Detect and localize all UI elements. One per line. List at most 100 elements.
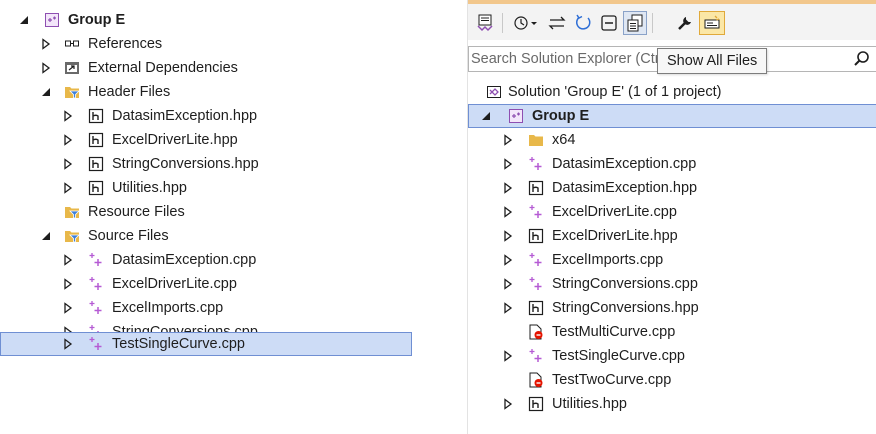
collapse-all-icon[interactable] bbox=[598, 12, 620, 34]
collapsed-arrow-icon[interactable] bbox=[62, 157, 74, 171]
tree-row-solution[interactable]: Solution 'Group E' (1 of 1 project) bbox=[468, 80, 876, 104]
collapsed-arrow-icon[interactable] bbox=[62, 109, 74, 123]
external-dependencies-label: External Dependencies bbox=[88, 60, 238, 76]
tree-row-header[interactable]: ExcelDriverLite.hpp bbox=[0, 128, 412, 152]
collapsed-arrow-icon[interactable] bbox=[62, 253, 74, 267]
collapsed-arrow-icon[interactable] bbox=[40, 37, 52, 51]
show-all-files-icon[interactable] bbox=[623, 11, 647, 35]
header-file-icon bbox=[528, 300, 544, 316]
tree-row-references[interactable]: References bbox=[0, 32, 412, 56]
collapsed-arrow-icon[interactable] bbox=[502, 277, 514, 291]
folder-icon bbox=[528, 132, 544, 148]
tree-row-source[interactable]: ExcelImports.cpp bbox=[0, 296, 412, 320]
file-label: StringConversions.hpp bbox=[112, 156, 259, 172]
collapsed-arrow-icon[interactable] bbox=[62, 277, 74, 291]
collapsed-arrow-icon[interactable] bbox=[62, 337, 74, 351]
header-files-label: Header Files bbox=[88, 84, 171, 100]
tree-row-resource-files[interactable]: Resource Files bbox=[0, 200, 412, 224]
collapsed-arrow-icon[interactable] bbox=[502, 229, 514, 243]
collapsed-arrow-icon[interactable] bbox=[502, 349, 514, 363]
file-label: StringConversions.hpp bbox=[552, 300, 699, 316]
tree-row-file[interactable]: ExcelImports.cpp bbox=[468, 248, 876, 272]
tree-row-file[interactable]: Utilities.hpp bbox=[468, 392, 876, 416]
file-label: x64 bbox=[552, 132, 576, 148]
collapsed-arrow-icon[interactable] bbox=[502, 133, 514, 147]
file-label: DatasimException.hpp bbox=[552, 180, 698, 196]
tree-row-project-selected[interactable]: Group E bbox=[468, 104, 876, 128]
tree-row-source[interactable]: DatasimException.cpp bbox=[0, 248, 412, 272]
tree-row-source-files[interactable]: Source Files bbox=[0, 224, 412, 248]
collapsed-arrow-icon[interactable] bbox=[62, 301, 74, 315]
cpp-file-icon bbox=[528, 348, 544, 364]
search-icon[interactable] bbox=[853, 50, 871, 72]
tree-row-project[interactable]: Group E bbox=[0, 8, 412, 32]
file-label: ExcelDriverLite.hpp bbox=[112, 132, 238, 148]
tree-row-file[interactable]: DatasimException.hpp bbox=[468, 176, 876, 200]
tree-row-file[interactable]: StringConversions.cpp bbox=[468, 272, 876, 296]
collapsed-arrow-icon[interactable] bbox=[502, 397, 514, 411]
project-label: Group E bbox=[532, 108, 590, 124]
file-label: ExcelImports.cpp bbox=[552, 252, 664, 268]
file-label: DatasimException.hpp bbox=[112, 108, 258, 124]
collapsed-arrow-icon[interactable] bbox=[40, 61, 52, 75]
tree-row-source[interactable]: ExcelDriverLite.cpp bbox=[0, 272, 412, 296]
project-icon bbox=[508, 108, 524, 124]
file-label: ExcelImports.cpp bbox=[112, 300, 224, 316]
tree-row-header-files[interactable]: Header Files bbox=[0, 80, 412, 104]
source-files-label: Source Files bbox=[88, 228, 169, 244]
tree-row-file[interactable]: ExcelDriverLite.cpp bbox=[468, 200, 876, 224]
right-solution-explorer: Show All Files Solution 'Group E' (1 of … bbox=[467, 0, 876, 434]
cpp-file-icon bbox=[528, 156, 544, 172]
collapsed-arrow-icon[interactable] bbox=[502, 181, 514, 195]
cpp-file-icon bbox=[528, 252, 544, 268]
tree-row-folder[interactable]: x64 bbox=[468, 128, 876, 152]
tree-row-file[interactable]: TestTwoCurve.cpp bbox=[468, 368, 876, 392]
header-file-icon bbox=[88, 108, 104, 124]
excluded-file-icon bbox=[528, 324, 544, 340]
project-label: Group E bbox=[68, 12, 126, 28]
tree-row-header[interactable]: DatasimException.hpp bbox=[0, 104, 412, 128]
left-solution-tree: Group E References External Dependencies… bbox=[0, 0, 412, 434]
tree-row-header[interactable]: Utilities.hpp bbox=[0, 176, 412, 200]
file-label: StringConversions.cpp bbox=[552, 276, 698, 292]
header-file-icon bbox=[88, 156, 104, 172]
solution-explorer-toolbar bbox=[468, 0, 876, 40]
tree-row-file[interactable]: ExcelDriverLite.hpp bbox=[468, 224, 876, 248]
properties-wrench-icon[interactable] bbox=[674, 12, 696, 34]
collapsed-arrow-icon[interactable] bbox=[502, 157, 514, 171]
tree-row-file[interactable]: TestSingleCurve.cpp bbox=[468, 344, 876, 368]
tree-row-file[interactable]: TestMultiCurve.cpp bbox=[468, 320, 876, 344]
external-deps-icon bbox=[64, 60, 80, 76]
history-icon[interactable] bbox=[512, 12, 542, 34]
collapsed-arrow-icon[interactable] bbox=[502, 205, 514, 219]
file-label: ExcelDriverLite.cpp bbox=[112, 276, 237, 292]
header-file-icon bbox=[528, 228, 544, 244]
tree-row-file[interactable]: DatasimException.cpp bbox=[468, 152, 876, 176]
file-label: DatasimException.cpp bbox=[552, 156, 697, 172]
refresh-icon[interactable] bbox=[572, 12, 594, 34]
expanded-arrow-icon[interactable] bbox=[40, 229, 52, 243]
filter-folder-icon bbox=[64, 204, 80, 220]
tree-row-external-dependencies[interactable]: External Dependencies bbox=[0, 56, 412, 80]
file-label: Utilities.hpp bbox=[112, 180, 187, 196]
collapsed-arrow-icon[interactable] bbox=[502, 301, 514, 315]
header-file-icon bbox=[528, 396, 544, 412]
collapsed-arrow-icon[interactable] bbox=[62, 181, 74, 195]
sync-icon[interactable] bbox=[474, 12, 496, 34]
file-label: TestSingleCurve.cpp bbox=[552, 348, 685, 364]
collapsed-arrow-icon[interactable] bbox=[502, 253, 514, 267]
expanded-arrow-icon[interactable] bbox=[480, 109, 492, 123]
tree-row-source-selected[interactable]: TestSingleCurve.cpp bbox=[0, 332, 412, 356]
file-label: Utilities.hpp bbox=[552, 396, 627, 412]
cpp-file-icon bbox=[88, 276, 104, 292]
excluded-file-icon bbox=[528, 372, 544, 388]
expanded-arrow-icon[interactable] bbox=[40, 85, 52, 99]
tree-row-header[interactable]: StringConversions.hpp bbox=[0, 152, 412, 176]
collapsed-arrow-icon[interactable] bbox=[62, 133, 74, 147]
tree-row-file[interactable]: StringConversions.hpp bbox=[468, 296, 876, 320]
expanded-arrow-icon[interactable] bbox=[18, 13, 30, 27]
file-label: ExcelDriverLite.cpp bbox=[552, 204, 677, 220]
preview-icon[interactable] bbox=[699, 11, 725, 35]
solution-label: Solution 'Group E' (1 of 1 project) bbox=[508, 84, 722, 100]
back-forward-icon[interactable] bbox=[546, 12, 568, 34]
